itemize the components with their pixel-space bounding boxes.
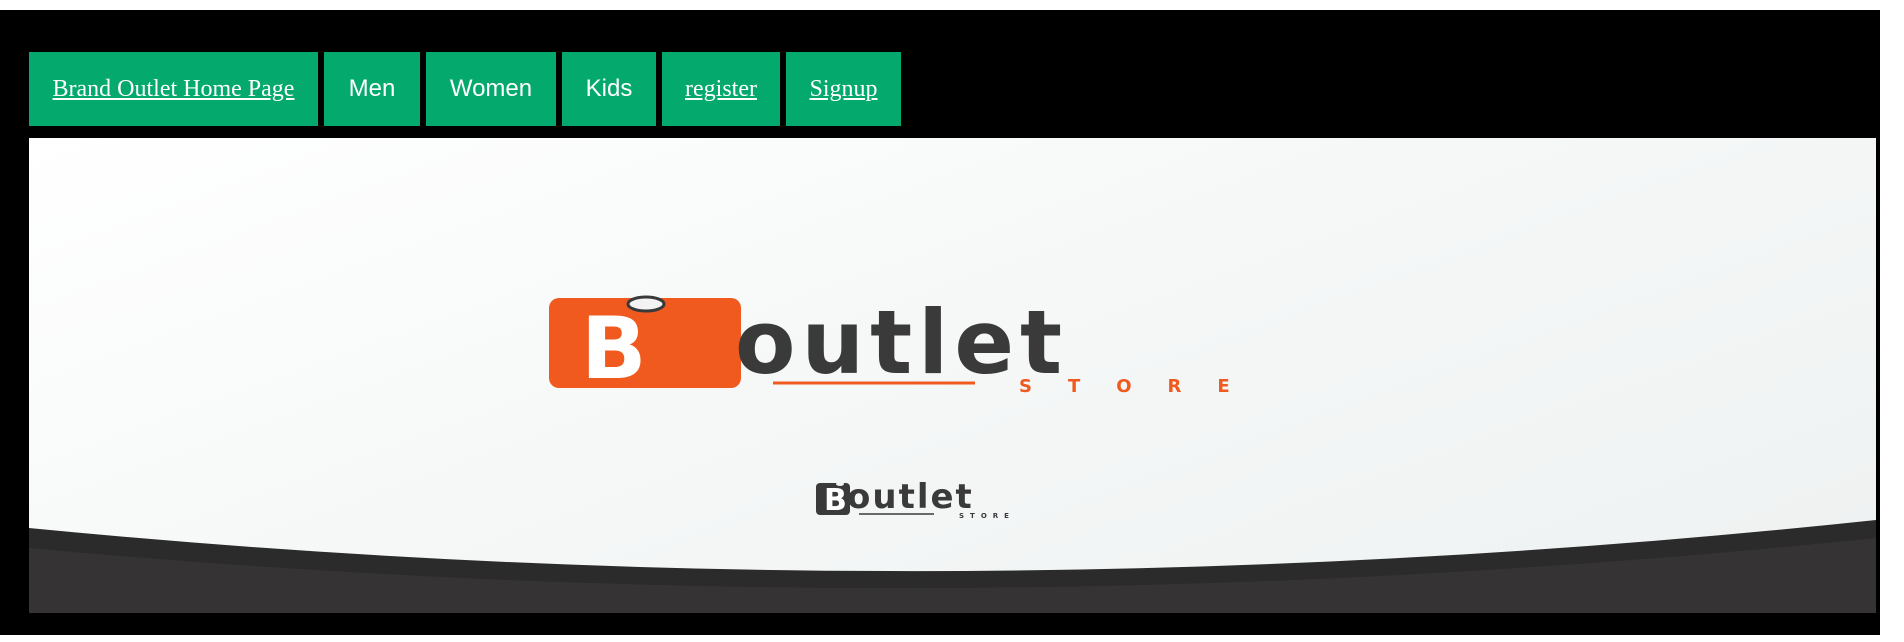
boutlet-logo-large: B outlet STORE [549, 291, 1266, 399]
nav-link-register[interactable]: register [662, 52, 780, 126]
logo-sub-text: STORE [1019, 376, 1266, 397]
nav-link-signup[interactable]: Signup [786, 52, 901, 126]
logo-small-main-text: outlet [847, 477, 974, 517]
boutlet-logo-small: B outlet STORE [816, 477, 1015, 520]
hero-artwork: B outlet STORE B outlet STORE [29, 291, 1876, 613]
nav-item-women[interactable]: Women [426, 52, 556, 126]
logo-small-badge-letter: B [824, 483, 847, 518]
logo-badge-letter: B [581, 299, 647, 399]
hero-banner: B outlet STORE B outlet STORE [29, 138, 1876, 613]
nav-item-kids[interactable]: Kids [562, 52, 656, 126]
nav-item-men[interactable]: Men [324, 52, 420, 126]
logo-small-sub-text: STORE [959, 512, 1015, 520]
top-navigation: Brand Outlet Home Page Men Women Kids re… [29, 52, 907, 126]
nav-link-home[interactable]: Brand Outlet Home Page [29, 52, 318, 126]
